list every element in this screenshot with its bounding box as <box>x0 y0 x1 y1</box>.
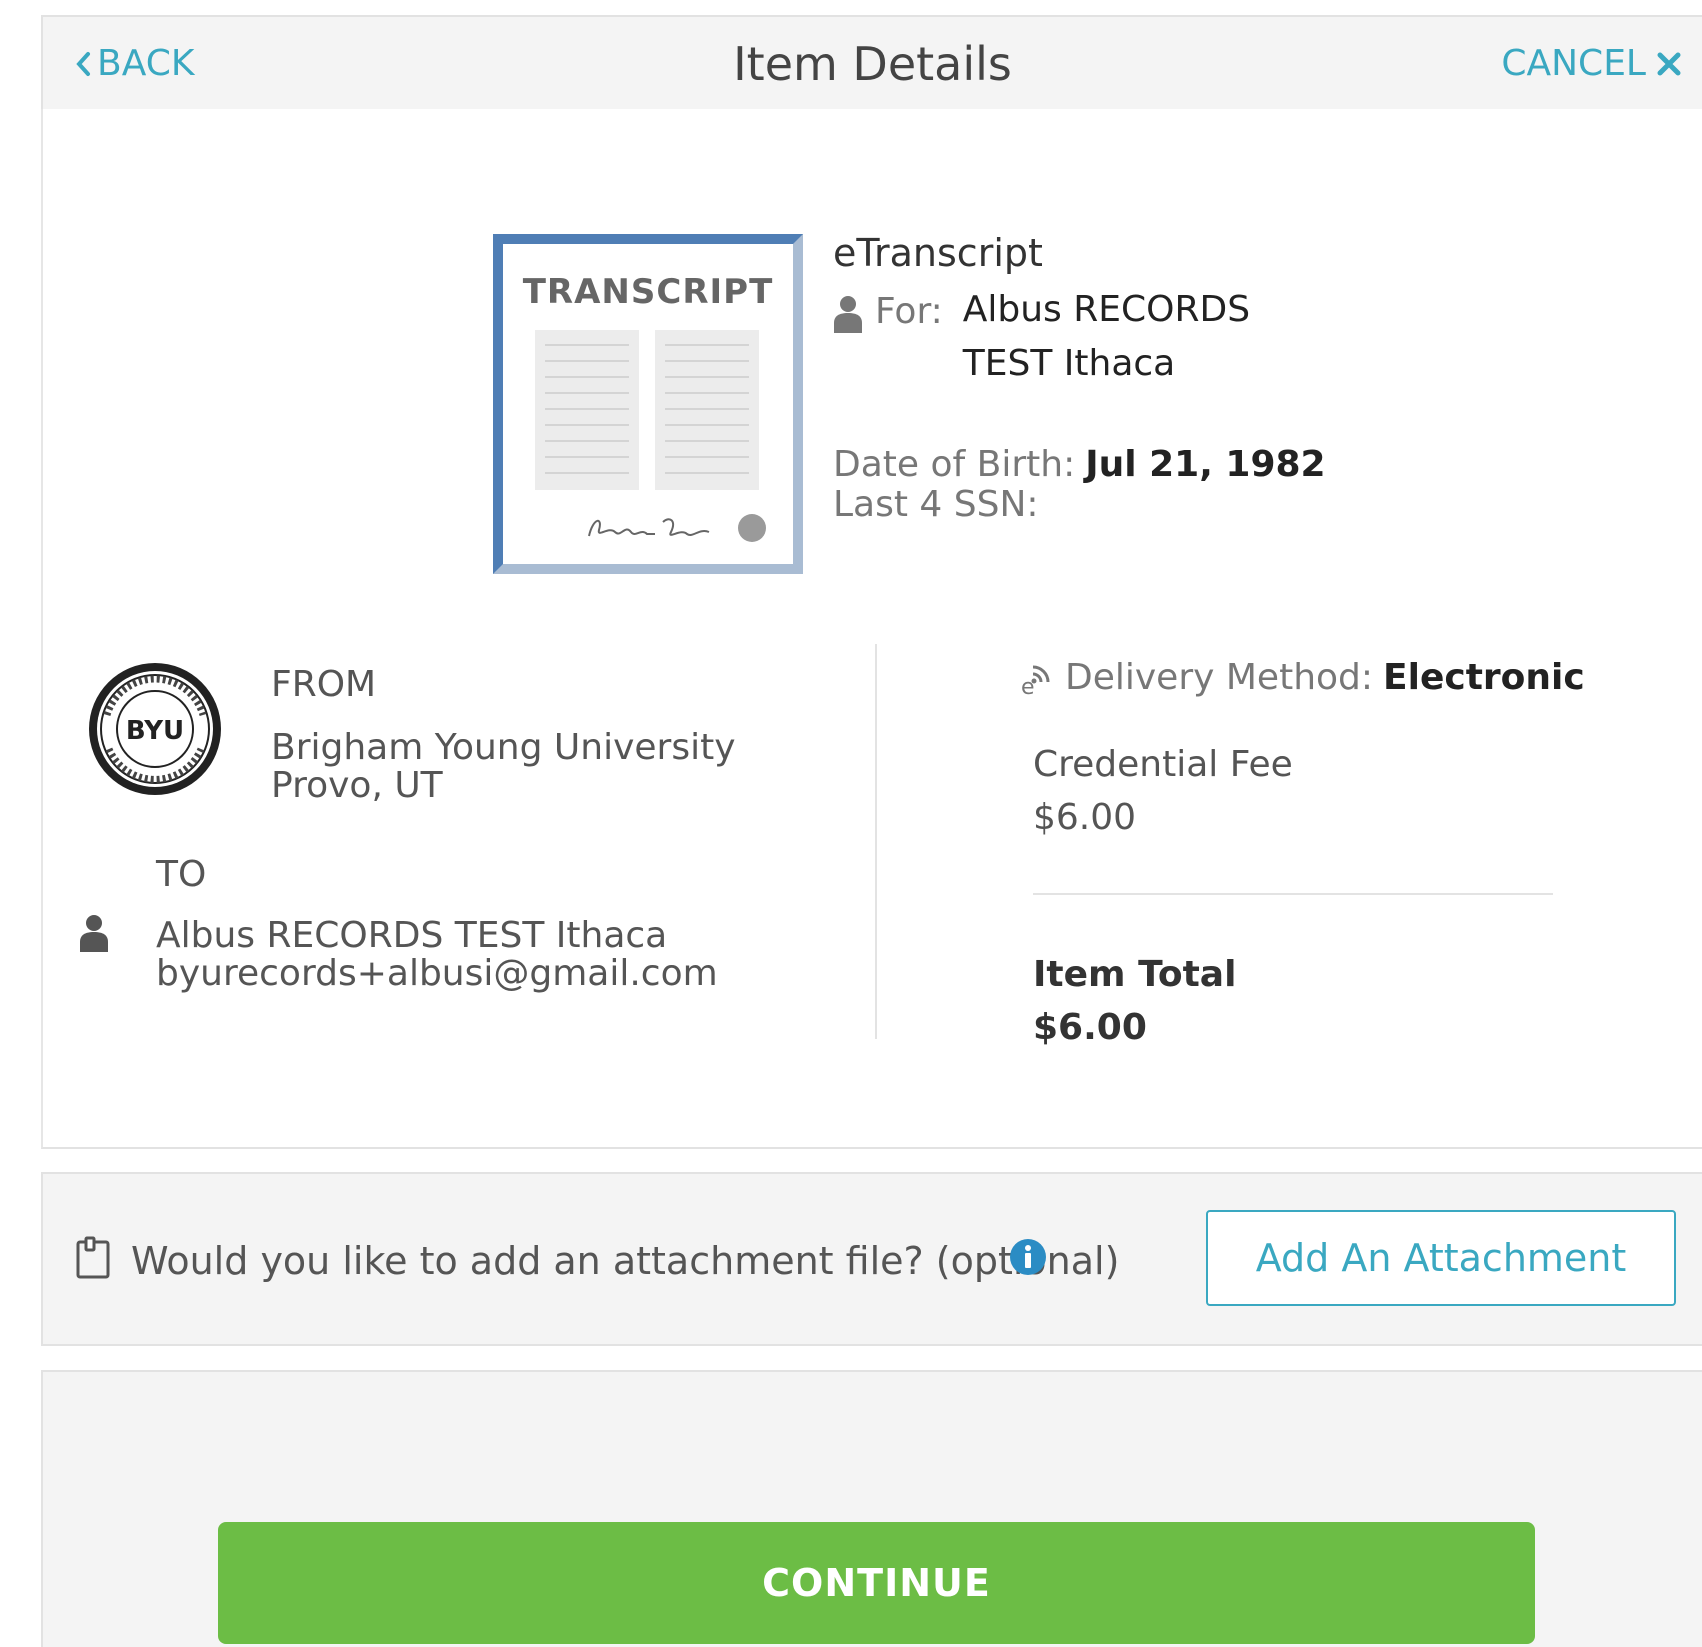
for-name: Albus RECORDS TEST Ithaca <box>962 289 1251 384</box>
clipboard-icon <box>76 1236 110 1279</box>
footer-bar: CONTINUE <box>41 1370 1702 1647</box>
transcript-page-right <box>655 330 759 490</box>
svg-text:e: e <box>1021 675 1035 696</box>
credential-fee-value: $6.00 <box>1033 797 1137 838</box>
to-recipient: Albus RECORDS TEST Ithaca byurecords+alb… <box>156 917 718 993</box>
dob-value: Jul 21, 1982 <box>1085 444 1326 485</box>
credential-fee-label: Credential Fee <box>1033 744 1293 785</box>
attachment-prompt: Would you like to add an attachment file… <box>131 1239 1120 1283</box>
header-bar: BACK Item Details CANCEL <box>41 15 1702 111</box>
person-icon <box>80 915 108 952</box>
signature-scribble <box>588 518 710 537</box>
seal-dot <box>738 514 766 542</box>
from-institution-name: Brigham Young University <box>271 727 736 768</box>
date-of-birth: Date of Birth: Jul 21, 1982 <box>833 444 1326 485</box>
to-recipient-name: Albus RECORDS TEST Ithaca <box>156 915 668 956</box>
to-label: TO <box>156 854 207 895</box>
transcript-image-label: TRANSCRIPT <box>522 272 774 312</box>
to-recipient-email: byurecords+albusi@gmail.com <box>156 953 718 994</box>
from-label: FROM <box>271 664 377 705</box>
item-type: eTranscript <box>833 231 1043 275</box>
info-icon[interactable] <box>1009 1238 1047 1276</box>
dob-label: Date of Birth: <box>833 444 1076 485</box>
page-title: Item Details <box>733 37 1012 91</box>
from-institution: Brigham Young University Provo, UT <box>271 729 736 805</box>
item-total-label: Item Total <box>1033 954 1237 995</box>
ssn-label: Last 4 SSN: <box>833 484 1039 525</box>
for-label: For: <box>875 291 943 332</box>
person-icon <box>834 296 862 333</box>
byu-seal-logo: BYU <box>89 663 221 795</box>
vertical-divider <box>875 644 877 1039</box>
cancel-label: CANCEL <box>1501 43 1646 84</box>
delivery-method-value: Electronic <box>1383 657 1585 698</box>
attachment-bar: Would you like to add an attachment file… <box>41 1172 1702 1346</box>
for-row: For: Albus RECORDS TEST Ithaca <box>833 289 1263 391</box>
transcript-page-left <box>535 330 639 490</box>
add-attachment-button[interactable]: Add An Attachment <box>1206 1210 1676 1306</box>
delivery-method: e Delivery Method: Electronic <box>1021 657 1585 698</box>
delivery-method-label: Delivery Method: <box>1065 657 1374 698</box>
from-institution-location: Provo, UT <box>271 765 443 806</box>
electronic-delivery-icon: e <box>1021 665 1050 696</box>
svg-text:BYU: BYU <box>126 716 184 746</box>
item-details-panel: TRANSCRIPT eTranscript For: Albus RECORD… <box>41 109 1702 1149</box>
fee-divider <box>1033 893 1553 895</box>
cancel-button[interactable]: CANCEL <box>1501 43 1682 84</box>
item-total-value: $6.00 <box>1033 1007 1147 1048</box>
continue-button[interactable]: CONTINUE <box>218 1522 1535 1644</box>
transcript-illustration: TRANSCRIPT <box>493 234 803 574</box>
close-icon <box>1657 52 1681 75</box>
